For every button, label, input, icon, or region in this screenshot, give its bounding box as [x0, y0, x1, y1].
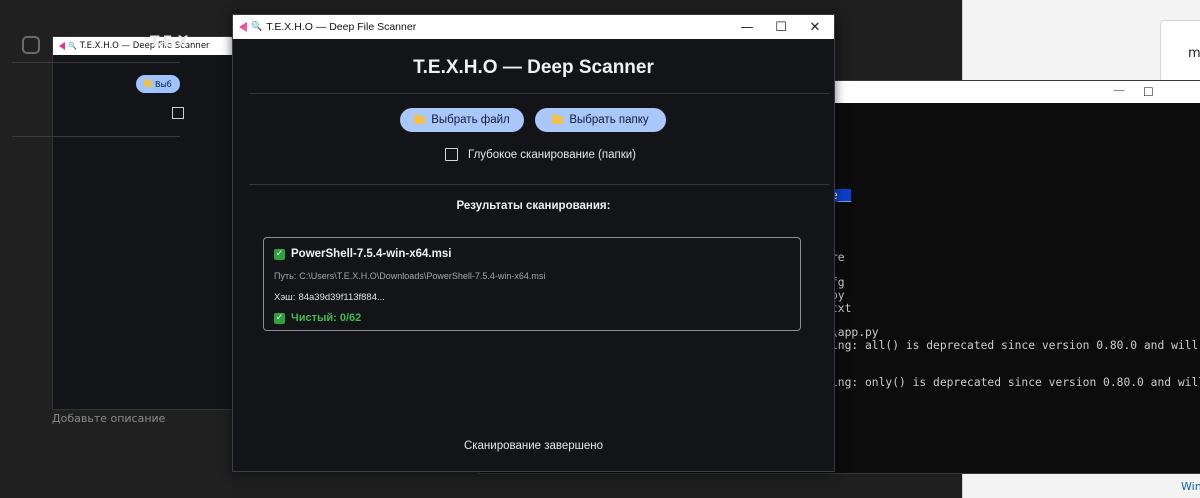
console-line: ing: only() is deprecated since version … [831, 376, 1200, 389]
corner-label: Wind [1181, 480, 1200, 493]
folder-icon [144, 79, 152, 87]
folder-icon [552, 114, 564, 124]
result-status-row: ✓ Чистый: 0/62 [274, 312, 361, 324]
divider [249, 93, 829, 94]
scan-status-text: Сканирование завершено [463, 440, 604, 452]
app-titlebar[interactable]: 🔍 T.E.X.H.O — Deep File Scanner — ☐ ✕ [233, 15, 834, 39]
choose-file-button[interactable]: Выбрать файл [400, 108, 524, 132]
background-app-header: T.E.X [150, 34, 189, 50]
background-app-titlebar[interactable]: 🔍 T.E.X.H.O — Deep File Scanner [53, 37, 233, 55]
check-icon: ✓ [274, 248, 285, 260]
choose-folder-button[interactable]: Выбрать папку [535, 108, 666, 132]
background-button-label: Выб [155, 79, 172, 89]
results-title: Результаты сканирования: [456, 200, 611, 212]
description-hint[interactable]: Добавьте описание [52, 412, 165, 425]
result-card: ✓ PowerShell-7.5.4-win-x64.msi Путь: C:\U… [263, 237, 801, 331]
console-output: e__ re fg py txt \app.py ing: all() is d… [831, 103, 1200, 473]
choose-file-label: Выбрать файл [431, 114, 510, 126]
minimize-button[interactable]: — [737, 18, 757, 36]
result-hash-label: Хэш: [274, 292, 296, 303]
result-path-label: Путь: [274, 271, 297, 281]
background-app-title: T.E.X.H.O — Deep File Scanner [79, 41, 210, 51]
console-line: ing: all() is deprecated since version 0… [831, 339, 1200, 352]
result-path-value: C:\Users\T.E.X.H.O\Downloads\PowerShell-… [299, 271, 546, 281]
deep-scan-option[interactable]: Глубокое сканирование (папки) [445, 148, 636, 161]
background-choose-file-button[interactable]: Выб [136, 75, 180, 93]
maximize-icon[interactable]: ☐ [1143, 85, 1154, 99]
divider [12, 62, 180, 63]
deep-scan-checkbox[interactable] [445, 148, 458, 161]
search-icon: 🔍 [68, 42, 77, 50]
maximize-button[interactable]: ☐ [771, 18, 791, 36]
divider [12, 136, 180, 137]
result-hash-value: 84a39d39f113f884... [298, 292, 385, 303]
deep-scan-label[interactable]: Глубокое сканирование (папки) [468, 149, 636, 161]
result-file-name: PowerShell-7.5.4-win-x64.msi [291, 248, 452, 260]
right-card-text: m [1188, 46, 1200, 61]
close-button[interactable]: ✕ [805, 18, 825, 36]
page-title: T.E.X.H.O — Deep Scanner [413, 57, 654, 78]
window-title: T.E.X.H.O — Deep File Scanner [266, 21, 417, 33]
search-icon: 🔍 [251, 22, 263, 32]
divider [249, 184, 829, 185]
result-file-row: ✓ PowerShell-7.5.4-win-x64.msi [274, 248, 451, 260]
app-logo-icon [239, 22, 247, 32]
minimize-icon[interactable]: — [1113, 83, 1125, 97]
scanner-app-window: 🔍 T.E.X.H.O — Deep File Scanner — ☐ ✕ T.… [232, 14, 835, 472]
background-deep-scan-checkbox[interactable] [172, 107, 184, 119]
result-hash: Хэш: 84a39d39f113f884... [274, 292, 385, 303]
app-tile-icon[interactable] [22, 36, 40, 54]
result-path: Путь: C:\Users\T.E.X.H.O\Downloads\PowerS… [274, 271, 545, 281]
app-logo-icon [59, 42, 65, 50]
result-status: Чистый: 0/62 [291, 312, 362, 324]
folder-icon [414, 114, 426, 124]
choose-folder-label: Выбрать папку [569, 114, 649, 126]
console-line: \app.py [831, 326, 879, 339]
check-icon: ✓ [274, 312, 285, 324]
